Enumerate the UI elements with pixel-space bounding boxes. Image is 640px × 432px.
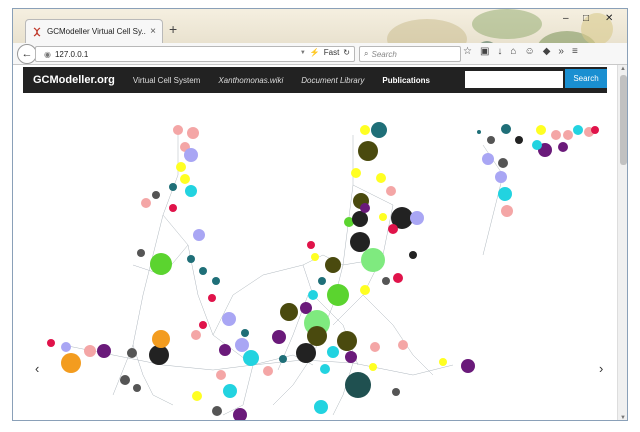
extension-icon[interactable]: ◆ — [543, 46, 551, 57]
search-icon: ⌕ — [364, 49, 369, 58]
home-icon[interactable]: ⌂ — [510, 46, 516, 57]
address-bar[interactable]: ◉ 127.0.0.1 ▼ ⚡ Fast ↻ — [35, 46, 355, 62]
browser-window: GCModeller Virtual Cell Sy... × + – □ ✕ … — [12, 8, 628, 421]
download-icon[interactable]: ↓ — [497, 46, 502, 57]
new-tab-button[interactable]: + — [169, 21, 177, 37]
fast-label[interactable]: Fast — [324, 48, 340, 57]
site-search-input[interactable] — [465, 71, 563, 88]
toolbar-icons: ☆ ▣ ↓ ⌂ ☺ ◆ » ≡ — [463, 46, 578, 57]
page-scrollbar[interactable]: ▲ ▼ — [617, 65, 627, 420]
graph-nodes — [47, 122, 599, 420]
close-window-icon[interactable]: ✕ — [605, 13, 613, 24]
scrollbar-thumb[interactable] — [620, 75, 627, 165]
nav-xanthomonas[interactable]: Xanthomonas.wiki — [218, 76, 283, 85]
menu-icon[interactable]: ≡ — [572, 46, 578, 57]
reload-icon[interactable]: ↻ — [343, 48, 350, 57]
minimize-icon[interactable]: – — [563, 13, 569, 24]
emoji-icon[interactable]: ☺ — [524, 46, 534, 57]
nav-virtual-cell[interactable]: Virtual Cell System — [133, 76, 200, 85]
bookmark-star-icon[interactable]: ☆ — [463, 46, 472, 57]
page-content: GCModeller.org Virtual Cell System Xanth… — [13, 65, 617, 421]
nav-bar: ← ◉ 127.0.0.1 ▼ ⚡ Fast ↻ ⌕ Search ☆ ▣ ↓ … — [13, 43, 627, 65]
browser-tab[interactable]: GCModeller Virtual Cell Sy... × — [25, 19, 163, 43]
chevron-icon[interactable]: » — [558, 46, 564, 57]
scroll-down-icon[interactable]: ▼ — [620, 415, 626, 420]
maximize-icon[interactable]: □ — [583, 13, 589, 24]
carousel-next-icon[interactable]: › — [599, 361, 603, 376]
site-navbar: GCModeller.org Virtual Cell System Xanth… — [23, 67, 607, 93]
clipboard-icon[interactable]: ▣ — [480, 46, 489, 57]
close-tab-icon[interactable]: × — [150, 26, 156, 37]
fast-icon: ⚡ — [309, 48, 320, 57]
scroll-up-icon[interactable]: ▲ — [620, 66, 626, 72]
search-placeholder: Search — [371, 49, 397, 59]
nav-publications[interactable]: Publications — [382, 76, 430, 85]
site-search-button[interactable]: Search — [565, 69, 607, 88]
dna-icon — [33, 26, 41, 37]
carousel-prev-icon[interactable]: ‹ — [35, 361, 39, 376]
dropdown-icon[interactable]: ▼ — [300, 50, 306, 56]
url-text: 127.0.0.1 — [54, 49, 89, 59]
network-graph[interactable] — [13, 95, 617, 421]
browser-search-input[interactable]: ⌕ Search — [359, 46, 461, 62]
site-brand[interactable]: GCModeller.org — [33, 74, 115, 86]
nav-document-library[interactable]: Document Library — [301, 76, 364, 85]
site-info-icon[interactable]: ◉ — [44, 50, 51, 59]
back-button[interactable]: ← — [17, 44, 37, 64]
tab-title: GCModeller Virtual Cell Sy... — [47, 27, 147, 36]
back-arrow-icon: ← — [21, 48, 33, 60]
